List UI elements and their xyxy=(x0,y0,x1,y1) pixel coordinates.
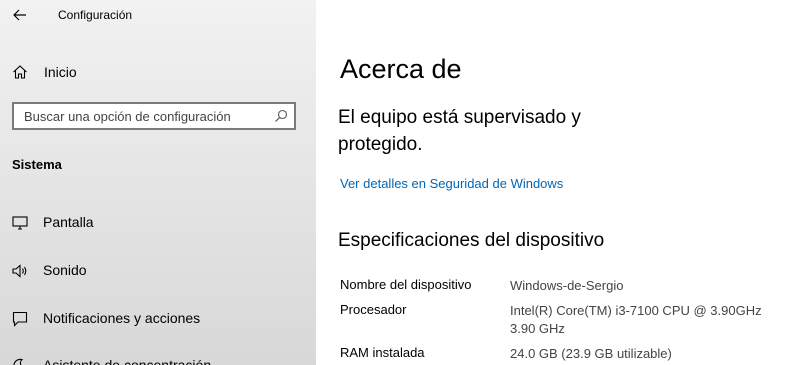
sidebar-item-label: Pantalla xyxy=(43,214,94,230)
spec-key: RAM instalada xyxy=(340,345,425,360)
search-icon[interactable] xyxy=(274,109,288,123)
sidebar-item-notificaciones[interactable]: Notificaciones y acciones xyxy=(0,303,316,335)
message-icon xyxy=(12,311,28,327)
home-icon xyxy=(13,65,27,79)
sidebar-item-sonido[interactable]: Sonido xyxy=(0,255,316,287)
sidebar-item-concentracion[interactable]: Asistente de concentración xyxy=(0,350,316,365)
sidebar-item-label: Asistente de concentración xyxy=(43,357,212,365)
sidebar: Configuración Inicio Sistema Pantalla xyxy=(0,0,316,365)
section-label: Sistema xyxy=(12,157,62,172)
search-box[interactable] xyxy=(12,102,296,130)
nav-home-label: Inicio xyxy=(44,64,77,80)
back-arrow-icon xyxy=(13,9,26,21)
spec-value: Windows-de-Sergio xyxy=(510,278,624,293)
security-details-link[interactable]: Ver detalles en Seguridad de Windows xyxy=(340,176,563,191)
protection-message: El equipo está supervisado y protegido. xyxy=(338,107,581,155)
search-input[interactable] xyxy=(14,104,272,128)
page-title: Acerca de xyxy=(340,54,462,84)
moon-icon xyxy=(13,358,24,365)
nav-home[interactable]: Inicio xyxy=(0,56,316,88)
app-title: Configuración xyxy=(58,8,133,22)
back-button[interactable] xyxy=(8,4,32,26)
spec-key: Procesador xyxy=(340,302,407,317)
speaker-icon xyxy=(12,264,27,278)
title-bar: Configuración xyxy=(0,0,316,32)
sidebar-item-pantalla[interactable]: Pantalla xyxy=(0,207,316,239)
spec-value: 24.0 GB (23.9 GB utilizable) xyxy=(510,346,672,361)
sidebar-item-label: Notificaciones y acciones xyxy=(43,310,201,326)
spec-key: Nombre del dispositivo xyxy=(340,277,472,292)
spec-value: Intel(R) Core(TM) i3-7100 CPU @ 3.90GHz … xyxy=(510,303,762,336)
main-content: Acerca de El equipo está supervisado y p… xyxy=(316,0,801,365)
monitor-icon xyxy=(12,216,28,230)
sidebar-item-label: Sonido xyxy=(43,262,87,278)
settings-window: Configuración Inicio Sistema Pantalla xyxy=(0,0,801,365)
specs-heading: Especificaciones del dispositivo xyxy=(338,230,605,251)
